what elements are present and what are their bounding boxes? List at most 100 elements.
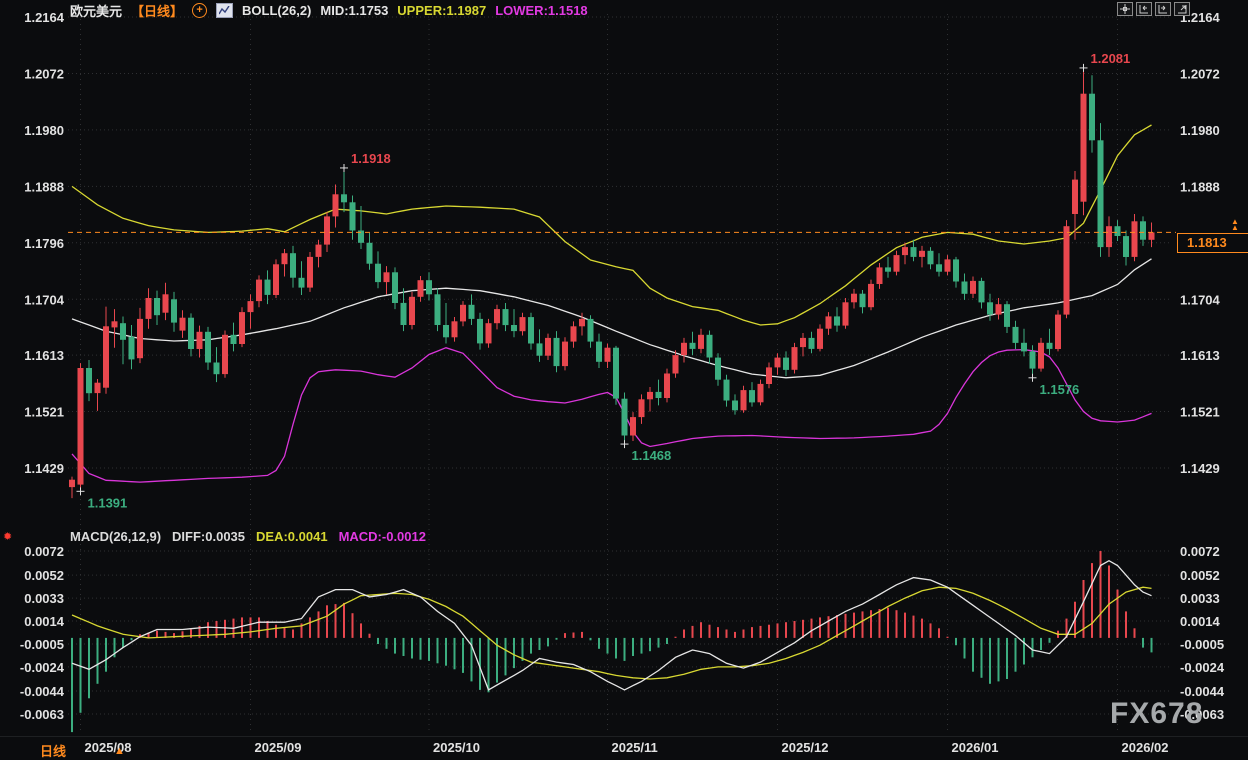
- crosshair-icon[interactable]: [1117, 2, 1133, 16]
- candle-body: [180, 318, 186, 331]
- candle-body: [188, 318, 194, 349]
- candle-body: [341, 194, 347, 202]
- boll-indicator-label[interactable]: BOLL(26,2): [242, 3, 311, 18]
- candle-body: [851, 294, 857, 303]
- candle-body: [1047, 343, 1053, 349]
- candle-body: [1064, 226, 1070, 314]
- candle-body: [707, 335, 713, 358]
- svg-text:1.1704: 1.1704: [1180, 292, 1221, 307]
- candle-body: [758, 384, 764, 402]
- add-indicator-icon[interactable]: +: [192, 3, 207, 18]
- svg-text:1.1980: 1.1980: [1180, 123, 1220, 138]
- svg-text:1.2072: 1.2072: [24, 66, 64, 81]
- candle-body: [129, 337, 135, 360]
- svg-text:1.1613: 1.1613: [1180, 348, 1220, 363]
- candle-body: [885, 267, 891, 271]
- candle-body: [435, 294, 441, 325]
- macd-indicator-label[interactable]: MACD(26,12,9): [70, 529, 161, 544]
- candle-body: [902, 247, 908, 255]
- candle-body: [715, 358, 721, 380]
- candle-body: [1140, 221, 1146, 239]
- candle-body: [1132, 221, 1138, 257]
- macd-axis-right[interactable]: 0.00720.00520.00330.0014-0.0005-0.0024-0…: [1180, 544, 1225, 722]
- candle-body: [307, 257, 313, 288]
- candle-body: [333, 194, 339, 216]
- footer-timeframe[interactable]: 日线 ▲: [40, 741, 125, 760]
- svg-text:0.0033: 0.0033: [24, 591, 64, 606]
- chart-type-icon[interactable]: [216, 3, 233, 18]
- last-price-badge[interactable]: 1.1813: [1177, 233, 1248, 253]
- annotation-label: 1.2081: [1091, 51, 1131, 66]
- candle-body: [214, 363, 220, 375]
- footer-timeframe-label[interactable]: 日线: [40, 741, 66, 760]
- boll-mid-readout: MID:1.1753: [320, 3, 388, 18]
- candle-body: [732, 401, 738, 411]
- svg-text:0.0072: 0.0072: [1180, 544, 1220, 559]
- svg-text:2025/12: 2025/12: [782, 740, 829, 755]
- candle-body: [656, 392, 662, 398]
- svg-text:-0.0063: -0.0063: [20, 707, 64, 722]
- svg-text:0.0072: 0.0072: [24, 544, 64, 559]
- candle-body: [809, 338, 815, 349]
- candle-body: [486, 323, 492, 343]
- candle-body: [596, 342, 602, 362]
- candlesticks[interactable]: [69, 68, 1155, 498]
- candle-body: [639, 399, 645, 417]
- candle-body: [775, 358, 781, 368]
- candle-body: [112, 321, 118, 327]
- candle-body: [545, 338, 551, 356]
- candle-body: [911, 247, 917, 257]
- macd-value-readout: MACD:-0.0012: [339, 529, 426, 544]
- candle-body: [766, 367, 772, 384]
- macd-axis-left[interactable]: 0.00720.00520.00330.0014-0.0005-0.0024-0…: [20, 544, 65, 722]
- annotation-label: 1.1918: [351, 151, 391, 166]
- macd-histogram: [72, 551, 1152, 732]
- svg-text:1.1888: 1.1888: [24, 179, 64, 194]
- price-up-marker-icon: ▲▲: [1231, 219, 1239, 231]
- candle-body: [1004, 304, 1010, 327]
- candle-body: [860, 294, 866, 308]
- pan-right-icon[interactable]: [1155, 2, 1171, 16]
- candle-body: [673, 355, 679, 373]
- candle-body: [622, 399, 628, 436]
- candle-body: [1115, 226, 1121, 236]
- export-icon[interactable]: [1174, 2, 1190, 16]
- candle-body: [647, 392, 653, 399]
- price-annotations: 1.19181.20811.13911.14681.1576: [77, 51, 1131, 510]
- time-axis[interactable]: 2025/082025/092025/102025/112025/122026/…: [85, 740, 1169, 755]
- candle-body: [503, 309, 509, 325]
- candle-body: [401, 303, 407, 325]
- candle-body: [375, 264, 381, 282]
- candle-body: [741, 390, 747, 410]
- candle-body: [919, 251, 925, 257]
- svg-text:0.0052: 0.0052: [24, 568, 64, 583]
- main-chart-canvas[interactable]: 1.21641.20721.19801.18881.17961.17041.16…: [0, 0, 1248, 757]
- svg-text:1.1888: 1.1888: [1180, 179, 1220, 194]
- boll-lower-readout: LOWER:1.1518: [495, 3, 587, 18]
- candle-body: [392, 272, 398, 303]
- candle-body: [409, 297, 415, 325]
- candle-body: [783, 358, 789, 370]
- candle-body: [494, 309, 500, 323]
- svg-text:-0.0044: -0.0044: [20, 684, 65, 699]
- candle-body: [1013, 327, 1019, 343]
- candle-body: [1098, 140, 1104, 247]
- candle-body: [231, 335, 237, 344]
- candle-body: [205, 332, 211, 363]
- svg-text:-0.0024: -0.0024: [1180, 660, 1225, 675]
- candle-body: [936, 264, 942, 271]
- svg-text:0.0014: 0.0014: [1180, 614, 1221, 629]
- timeframe-label[interactable]: 【日线】: [131, 1, 183, 20]
- candle-body: [894, 255, 900, 272]
- pan-left-icon[interactable]: [1136, 2, 1152, 16]
- svg-text:-0.0005: -0.0005: [20, 637, 64, 652]
- candle-body: [137, 319, 143, 358]
- candle-body: [452, 321, 458, 337]
- candle-body: [367, 243, 373, 264]
- candle-body: [443, 325, 449, 337]
- candle-body: [996, 304, 1002, 314]
- timeframe-up-arrow-icon[interactable]: ▲: [114, 745, 125, 757]
- price-axis-left[interactable]: 1.21641.20721.19801.18881.17961.17041.16…: [24, 10, 65, 476]
- macd-settings-icon[interactable]: ✹: [3, 530, 12, 543]
- candle-body: [588, 319, 594, 342]
